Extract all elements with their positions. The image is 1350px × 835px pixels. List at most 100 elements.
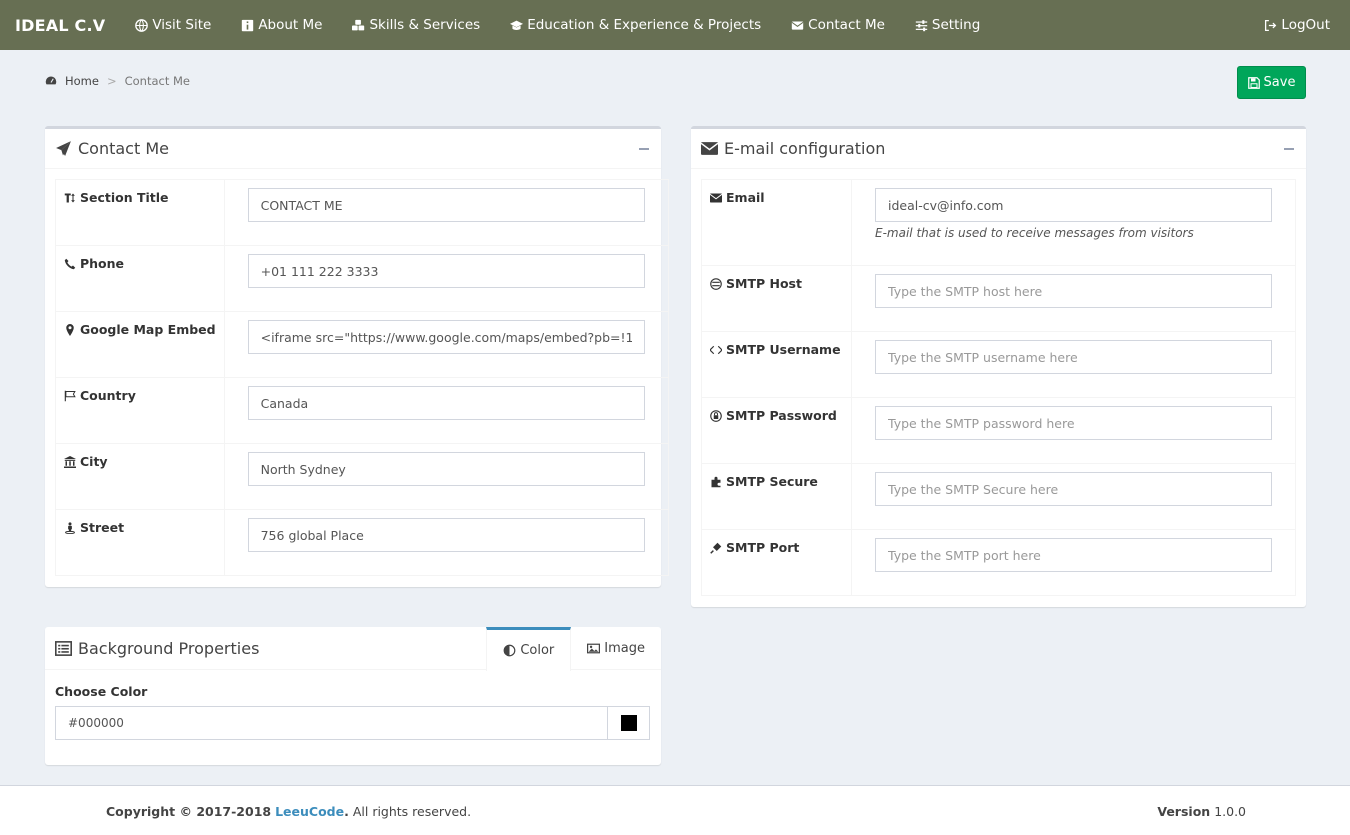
field-label: SMTP Host	[726, 276, 802, 291]
breadcrumb-home[interactable]: Home	[65, 74, 99, 88]
logout-label: LogOut	[1281, 17, 1330, 33]
box-header: Contact Me	[45, 129, 661, 169]
table-row: SMTP Host	[701, 265, 1296, 332]
paper-plane-icon	[56, 141, 71, 156]
smtp-password-input[interactable]	[875, 406, 1272, 440]
nav-item-education[interactable]: Education & Experience & Projects	[495, 0, 776, 50]
nav-item-about-me[interactable]: About Me	[226, 0, 337, 50]
field-label-cell: Phone	[55, 245, 225, 312]
field-input-cell	[223, 377, 669, 444]
save-label: Save	[1263, 75, 1296, 90]
minus-icon	[639, 147, 649, 150]
choose-color-label: Choose Color	[55, 684, 148, 699]
field-label: SMTP Port	[726, 540, 800, 555]
field-label: Email	[726, 190, 765, 205]
table-row: SMTP Secure	[701, 463, 1296, 530]
rights-text: All rights reserved.	[352, 804, 472, 819]
smtp-username-input[interactable]	[875, 340, 1272, 374]
info-icon	[242, 19, 254, 31]
email-configuration-box: E-mail configuration Email E-mail that i…	[691, 126, 1306, 607]
field-label-cell: City	[55, 443, 225, 510]
company-link[interactable]: LeeuCode	[275, 804, 344, 819]
tab-label: Color	[520, 643, 555, 658]
contact-me-box: Contact Me Section Title Phone Google Ma…	[45, 126, 669, 587]
puzzle-icon	[711, 476, 721, 487]
graduation-cap-icon	[510, 20, 524, 30]
field-label-cell: Email	[701, 179, 852, 266]
tab-color[interactable]: Color	[486, 627, 572, 671]
box-header: Background Properties Color Image	[45, 627, 661, 671]
field-label: Street	[80, 520, 125, 535]
phone-input[interactable]	[247, 254, 645, 288]
smtp-secure-input[interactable]	[875, 472, 1272, 506]
field-input-cell	[223, 245, 669, 312]
street-input[interactable]	[247, 518, 645, 552]
table-row: SMTP Username	[701, 331, 1296, 398]
field-input-cell	[851, 397, 1296, 464]
field-label-cell: Google Map Embed	[55, 311, 225, 378]
nav-item-setting[interactable]: Setting	[900, 0, 995, 50]
box-title: E-mail configuration	[701, 139, 885, 158]
table-row: SMTP Port	[701, 529, 1296, 596]
sliders-icon	[915, 19, 928, 31]
dashboard-icon	[45, 76, 57, 85]
color-swatch	[620, 715, 637, 731]
country-input[interactable]	[247, 386, 645, 420]
table-row: Phone	[55, 245, 669, 312]
collapse-button[interactable]	[637, 142, 651, 156]
breadcrumb-separator: >	[106, 74, 117, 88]
box-title-text: E-mail configuration	[724, 139, 886, 158]
table-row: Google Map Embed	[55, 311, 669, 378]
server-icon	[710, 277, 722, 290]
table-row: City	[55, 443, 669, 510]
color-input[interactable]	[55, 706, 608, 740]
text-height-icon	[64, 193, 75, 202]
table-row: SMTP Password	[701, 397, 1296, 464]
field-input-cell	[223, 311, 669, 378]
field-label: SMTP Username	[726, 342, 841, 357]
image-icon	[587, 643, 601, 654]
field-label-cell: Country	[55, 377, 225, 444]
field-label-cell: SMTP Username	[701, 331, 852, 398]
email-input[interactable]	[875, 188, 1272, 222]
google-map-embed-input[interactable]	[247, 320, 645, 354]
nav-item-label: Skills & Services	[369, 17, 481, 33]
smtp-host-input[interactable]	[875, 274, 1272, 308]
field-label: Google Map Embed	[80, 322, 216, 337]
field-input-cell	[223, 443, 669, 510]
map-marker-icon	[66, 323, 74, 336]
field-label-cell: Section Title	[55, 179, 225, 246]
section-title-input[interactable]	[247, 188, 645, 222]
tab-label: Image	[604, 641, 645, 656]
nav-item-skills-services[interactable]: Skills & Services	[337, 0, 495, 50]
logout-link[interactable]: LogOut	[1249, 0, 1350, 50]
brand-logo[interactable]: IDEAL C.V	[0, 16, 120, 35]
envelope-icon	[710, 193, 722, 202]
version-label: Version	[1157, 804, 1211, 819]
copyright-text: Copyright © 2017-2018	[106, 804, 272, 819]
save-button[interactable]: Save	[1237, 66, 1306, 99]
code-icon	[710, 345, 722, 354]
box-title-text: Background Properties	[78, 638, 260, 658]
breadcrumb-current: Contact Me	[124, 74, 191, 88]
nav-item-visit-site[interactable]: Visit Site	[120, 0, 226, 50]
nav-item-contact-me[interactable]: Contact Me	[776, 0, 900, 50]
breadcrumb: Home > Contact Me	[45, 74, 190, 88]
field-input-cell	[223, 179, 669, 246]
field-input-cell	[851, 331, 1296, 398]
background-tabs: Color Image	[486, 627, 661, 671]
smtp-port-input[interactable]	[875, 538, 1272, 572]
nav-item-label: About Me	[258, 17, 323, 33]
collapse-button[interactable]	[1282, 142, 1296, 156]
city-input[interactable]	[247, 452, 645, 486]
bank-icon	[64, 455, 76, 468]
box-title-text: Contact Me	[78, 139, 169, 158]
adjust-icon	[503, 644, 516, 657]
flag-icon	[64, 390, 76, 401]
table-row: Country	[55, 377, 669, 444]
tab-image[interactable]: Image	[571, 627, 661, 670]
color-picker-button[interactable]	[608, 706, 650, 740]
field-input-cell	[851, 265, 1296, 332]
box-header: E-mail configuration	[691, 129, 1306, 169]
top-navbar: IDEAL C.V Visit Site About Me Skills & S…	[0, 0, 1350, 50]
